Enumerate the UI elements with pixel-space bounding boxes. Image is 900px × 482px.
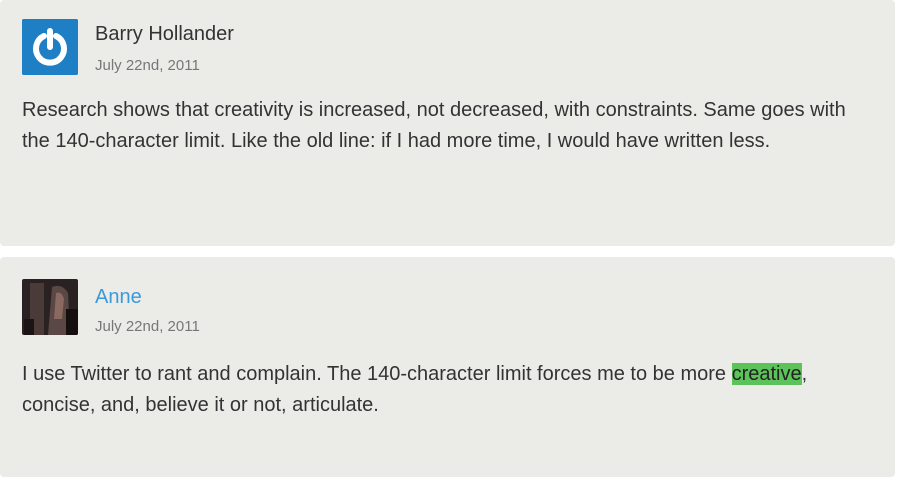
power-icon <box>22 19 78 75</box>
highlighted-word: creative <box>731 363 802 385</box>
comment-card: Barry Hollander July 22nd, 2011 Research… <box>0 0 895 246</box>
author-name-link[interactable]: Anne <box>95 285 142 309</box>
avatar[interactable] <box>22 279 78 335</box>
comment-text: I use Twitter to rant and complain. The … <box>22 359 862 421</box>
comment-date[interactable]: July 22nd, 2011 <box>95 57 200 75</box>
avatar[interactable] <box>22 19 78 75</box>
comment-text: Research shows that creativity is increa… <box>22 99 846 152</box>
comment-text-before: I use Twitter to rant and complain. The … <box>22 363 732 385</box>
comment-date[interactable]: July 22nd, 2011 <box>95 318 200 336</box>
comment-card: Anne July 22nd, 2011 I use Twitter to ra… <box>0 257 895 477</box>
user-photo-icon <box>22 279 78 335</box>
author-name: Barry Hollander <box>95 23 234 45</box>
